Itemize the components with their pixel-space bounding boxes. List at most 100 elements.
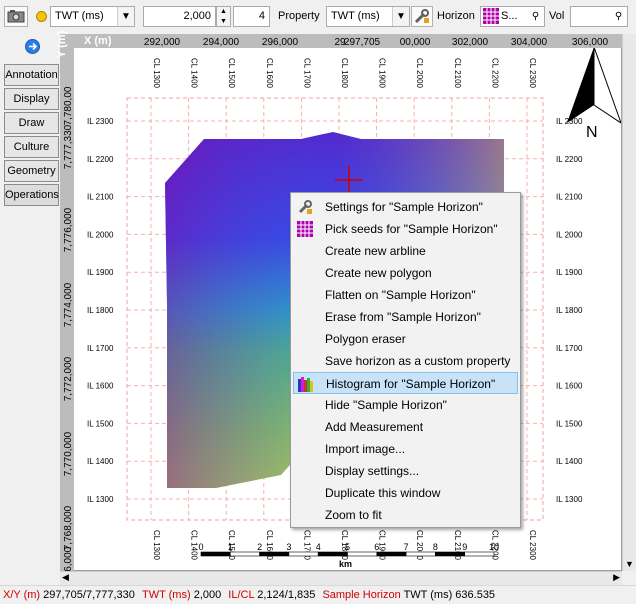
scale-tick-label: 4 [316, 542, 321, 552]
property-settings-button[interactable] [411, 6, 433, 27]
menu-item[interactable]: Pick seeds for "Sample Horizon" [293, 218, 518, 240]
tab-draw[interactable]: Draw [4, 112, 59, 134]
toolbar: TWT (ms) ▼ 2,000 ▲ ▼ 4 Property TWT (ms)… [0, 0, 636, 33]
menu-item[interactable]: Add Measurement [293, 416, 518, 438]
ilcl-value: 2,124/1,835 [257, 589, 316, 601]
chevron-down-icon[interactable]: ▼ [392, 7, 409, 26]
horizon-select-value: S... [501, 10, 518, 22]
scroll-left-icon[interactable]: ◀ [62, 572, 69, 583]
spin-down-icon[interactable]: ▼ [217, 17, 230, 27]
status-dot-icon [36, 11, 47, 22]
scale-segment [435, 551, 465, 557]
menu-item-label: Zoom to fit [325, 508, 382, 522]
spin-up-icon[interactable]: ▲ [217, 7, 230, 17]
x-tick-label: 294,000 [203, 37, 240, 48]
ilcl-label: IL/CL [228, 589, 255, 601]
tab-geometry[interactable]: Geometry [4, 160, 59, 182]
menu-item[interactable]: Histogram for "Sample Horizon" [293, 372, 518, 394]
menu-item[interactable]: Hide "Sample Horizon" [293, 394, 518, 416]
menu-item[interactable]: Zoom to fit [293, 504, 518, 526]
cl-label-top: CL 2200 [490, 58, 499, 89]
vol-select[interactable]: ⚲ [570, 6, 628, 27]
menu-item-label: Settings for "Sample Horizon" [325, 200, 483, 214]
step-field[interactable]: 4 [233, 6, 270, 27]
camera-button[interactable] [4, 6, 28, 27]
cl-label-top: CL 1400 [190, 58, 199, 89]
scale-segment [347, 551, 378, 557]
tab-label: Operations [5, 189, 59, 201]
menu-item[interactable]: Create new arbline [293, 240, 518, 262]
il-label-left: IL 1900 [87, 268, 114, 277]
wrench-icon [414, 9, 429, 24]
nav-circle-button[interactable] [25, 39, 40, 54]
histogram-icon [298, 376, 314, 392]
y-axis-title: Y (m) [56, 30, 68, 58]
context-menu: Settings for "Sample Horizon" Pick seeds … [290, 192, 521, 528]
scale-tick-label: 0 [198, 542, 203, 552]
menu-item[interactable]: Polygon eraser [293, 328, 518, 350]
menu-item-label: Hide "Sample Horizon" [325, 398, 447, 412]
il-label-left: IL 1500 [87, 419, 114, 428]
il-label-left: IL 2200 [87, 155, 114, 164]
property-select[interactable]: TWT (ms) ▼ [326, 6, 410, 27]
il-label-right: IL 1600 [556, 382, 583, 391]
menu-item[interactable]: Erase from "Sample Horizon" [293, 306, 518, 328]
step-field-text: 4 [258, 10, 265, 22]
scale-tick-label: 7 [404, 542, 409, 552]
horizon-status-label: Sample Horizon [322, 589, 401, 601]
north-label: N [586, 124, 598, 141]
scale-tick-label: 10 [489, 542, 499, 552]
tab-label: Culture [13, 141, 50, 153]
search-icon[interactable]: ⚲ [610, 7, 627, 26]
chevron-down-icon[interactable]: ▼ [117, 7, 134, 26]
tab-display[interactable]: Display [4, 88, 59, 110]
tab-culture[interactable]: Culture [4, 136, 59, 158]
tab-label: Draw [18, 117, 45, 129]
scale-tick-label: 2 [257, 542, 262, 552]
value-field[interactable]: 2,000 [143, 6, 216, 27]
scroll-down-icon[interactable]: ▼ [625, 559, 634, 569]
tab-label: Geometry [7, 165, 56, 177]
il-label-left: IL 1800 [87, 306, 114, 315]
horizontal-scrollbar[interactable]: ◀ ▶ [60, 571, 622, 585]
scale-unit-label: km [339, 559, 352, 569]
cl-label-top: CL 1700 [302, 58, 311, 89]
horizon-status-value: TWT (ms) 636.535 [403, 589, 496, 601]
menu-item[interactable]: Create new polygon [293, 262, 518, 284]
menu-item-label: Erase from "Sample Horizon" [325, 310, 481, 324]
scale-segment [405, 551, 436, 557]
tab-annotation[interactable]: Annotation [4, 64, 59, 86]
vertical-scrollbar[interactable]: ▼ [622, 34, 636, 571]
value-spinner[interactable]: ▲ ▼ [216, 6, 231, 27]
il-label-right: IL 1900 [556, 268, 583, 277]
search-icon[interactable]: ⚲ [527, 7, 544, 26]
cl-label-top: CL 1600 [265, 58, 274, 89]
il-label-right: IL 2100 [556, 193, 583, 202]
menu-item[interactable]: Flatten on "Sample Horizon" [293, 284, 518, 306]
value-field-text: 2,000 [183, 10, 211, 22]
property-select-value: TWT (ms) [331, 10, 380, 22]
menu-item[interactable]: Import image... [293, 438, 518, 460]
menu-item[interactable]: Settings for "Sample Horizon" [293, 196, 518, 218]
il-label-left: IL 2300 [87, 117, 114, 126]
twt-value: 2,000 [193, 589, 222, 601]
x-tick-label: 304,000 [511, 37, 548, 48]
tab-operations[interactable]: Operations [4, 184, 59, 206]
il-label-right: IL 1500 [556, 419, 583, 428]
horizon-select[interactable]: S... ⚲ [480, 6, 545, 27]
il-label-right: IL 2000 [556, 230, 583, 239]
menu-item[interactable]: Duplicate this window [293, 482, 518, 504]
scroll-right-icon[interactable]: ▶ [613, 572, 620, 583]
menu-item-label: Save horizon as a custom property [325, 354, 511, 368]
scale-segment [288, 551, 319, 557]
menu-item-label: Duplicate this window [325, 486, 441, 500]
il-label-right: IL 1700 [556, 344, 583, 353]
y-tick-label: 7,774,000 [63, 282, 74, 327]
cl-label-top: CL 2300 [528, 58, 537, 89]
menu-item[interactable]: Display settings... [293, 460, 518, 482]
menu-item[interactable]: Save horizon as a custom property [293, 350, 518, 372]
scale-tick-label: 5 [345, 542, 350, 552]
xy-value: 297,705/7,777,330 [43, 589, 135, 601]
x-tick-label: 292,000 [144, 37, 181, 48]
scale-tick-label: 9 [462, 542, 467, 552]
